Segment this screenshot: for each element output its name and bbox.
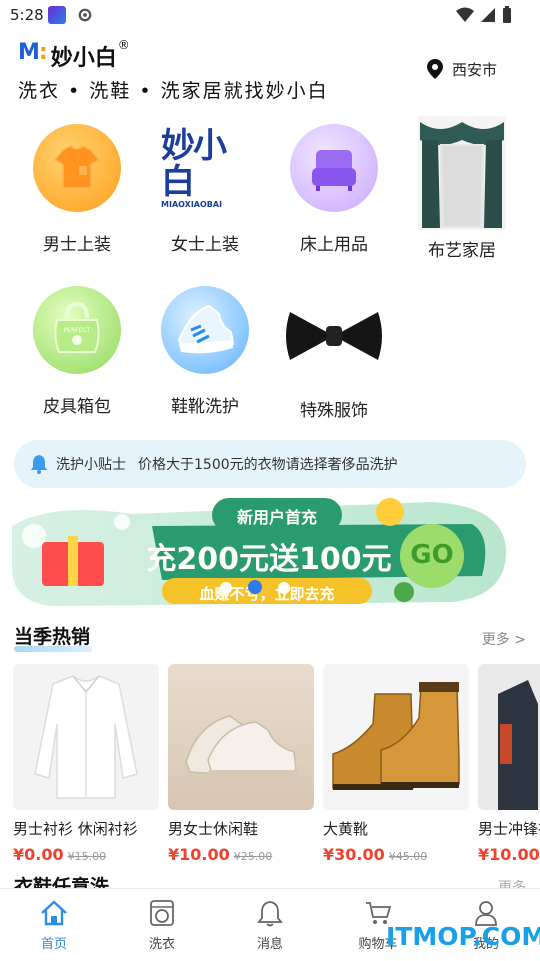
white-sneakers-image (168, 664, 314, 810)
product-price: ¥30.00 (323, 845, 385, 864)
category-label: 皮具箱包 (43, 397, 111, 417)
settings-gear-icon (78, 8, 92, 22)
product-card[interactable]: 男士冲锋衣 ¥10.00 (478, 664, 540, 864)
tips-text: 价格大于1500元的衣物请选择奢侈品洗护 (138, 457, 398, 473)
product-card[interactable]: 男士衬衫 休闲衬衫 ¥0.00 ¥15.00 (13, 664, 159, 864)
location-city: 西安市 (452, 60, 498, 79)
washer-icon (150, 900, 174, 926)
category-special-apparel[interactable]: 特殊服饰 (270, 290, 398, 421)
category-label: 鞋靴洗护 (171, 397, 239, 417)
product-card[interactable]: 大黄靴 ¥30.00 ¥45.00 (323, 664, 469, 864)
category-leather-bags[interactable]: PERFECT 皮具箱包 (13, 286, 141, 417)
carousel-dot[interactable] (220, 582, 232, 594)
bell-icon (257, 901, 283, 927)
watermark-text: ITMOP.COM (386, 922, 540, 951)
notification-app-icon (48, 6, 66, 24)
category-womens-tops[interactable]: 妙小白 MIAOXIAOBAI 女士上装 (141, 124, 269, 256)
logo-text: 妙小白 (50, 46, 117, 71)
sneaker-icon (161, 286, 249, 374)
category-label: 特殊服饰 (300, 401, 368, 421)
category-label: 男士上装 (43, 235, 111, 255)
care-tips-banner[interactable]: 洗护小贴士 价格大于1500元的衣物请选择奢侈品洗护 (14, 440, 526, 488)
miaoxiaobai-logo: 妙小白 MIAOXIAOBAI (161, 125, 227, 209)
location-selector[interactable]: 西安市 (426, 58, 497, 80)
category-shoe-care[interactable]: 鞋靴洗护 (141, 286, 269, 417)
slogan: 洗衣 • 洗鞋 • 洗家居就找妙小白 (18, 80, 329, 102)
product-card[interactable]: 男女士休闲鞋 ¥10.00 ¥25.00 (168, 664, 314, 864)
carousel-dot[interactable] (278, 582, 290, 594)
registered-mark: ® (117, 38, 130, 52)
promo-banner[interactable]: 新用户首充 充200元送100元 血赚不亏，立即去充 GO (12, 496, 506, 608)
product-price: ¥10.00 (168, 845, 230, 864)
product-old-price: ¥15.00 (67, 850, 107, 863)
tab-home[interactable]: 首页 (0, 899, 108, 952)
category-label: 床上用品 (300, 235, 368, 255)
curtain-image (418, 116, 506, 230)
banner-tag: 新用户首充 (236, 508, 317, 527)
bell-icon (31, 455, 47, 474)
product-name: 大黄靴 (323, 820, 369, 838)
sofa-icon (290, 124, 378, 212)
product-name: 男女士休闲鞋 (168, 820, 259, 838)
white-shirt-image (13, 664, 159, 810)
product-price: ¥0.00 (13, 845, 64, 864)
tshirt-icon (33, 124, 121, 212)
bowtie-image (280, 298, 388, 374)
category-label: 布艺家居 (428, 241, 496, 261)
signal-icon (481, 8, 495, 22)
location-pin-icon (427, 59, 443, 79)
category-fabric-home[interactable]: 布艺家居 (398, 116, 526, 261)
wifi-icon (456, 7, 474, 22)
brand-logo: M: 妙小白 ® (18, 38, 130, 72)
banner-go-button[interactable]: GO (400, 540, 464, 570)
category-mens-tops[interactable]: 男士上装 (13, 124, 141, 255)
category-bedding[interactable]: 床上用品 (270, 124, 398, 255)
jacket-image (478, 664, 540, 810)
status-time: 5:28 (10, 6, 44, 24)
product-old-price: ¥45.00 (388, 850, 428, 863)
battery-icon (503, 6, 511, 23)
handbag-icon: PERFECT (33, 286, 121, 374)
product-old-price: ¥25.00 (233, 850, 273, 863)
carousel-dot-active[interactable] (248, 580, 262, 594)
banner-headline: 充200元送100元 (146, 542, 392, 577)
product-name: 男士冲锋衣 (478, 820, 540, 838)
product-price: ¥10.00 (478, 845, 540, 864)
carousel-dots (220, 580, 290, 594)
hot-more-link[interactable]: 更多 > (482, 629, 526, 649)
category-label: 女士上装 (171, 235, 239, 255)
tips-title: 洗护小贴士 (56, 457, 126, 473)
hot-section-title: 当季热销 (14, 626, 91, 648)
yellow-boots-image (323, 664, 469, 810)
logo-mark: M: (18, 40, 48, 65)
tab-laundry[interactable]: 洗衣 (108, 899, 216, 952)
home-icon (41, 900, 67, 926)
tab-messages[interactable]: 消息 (216, 899, 324, 952)
product-name: 男士衬衫 休闲衬衫 (13, 820, 138, 838)
status-bar: 5:28 (0, 0, 540, 32)
